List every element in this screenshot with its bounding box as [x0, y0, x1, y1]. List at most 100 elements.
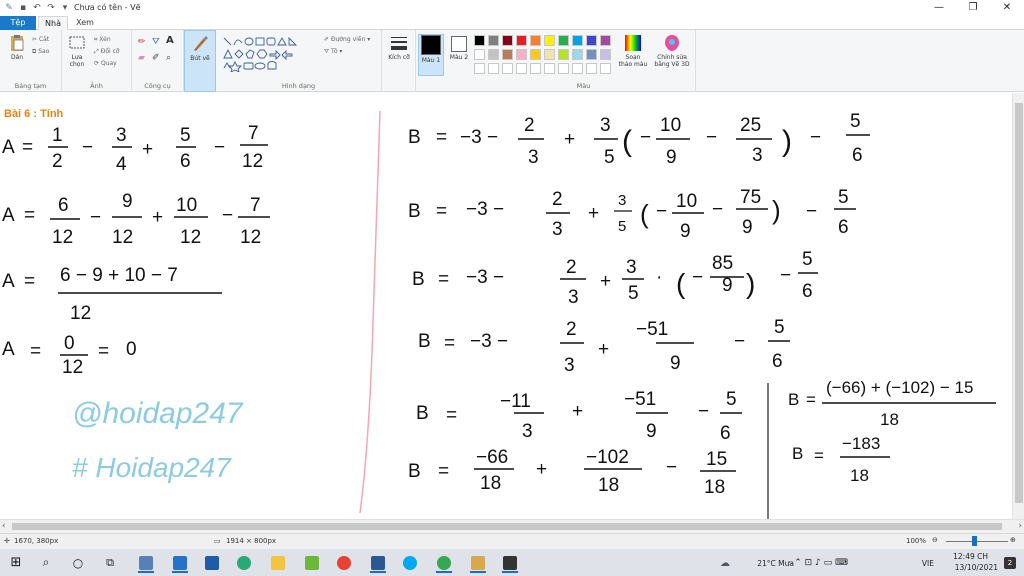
custom-color-slot[interactable]: [474, 63, 485, 74]
custom-color-slot[interactable]: [544, 63, 555, 74]
color-swatch[interactable]: [544, 35, 555, 46]
fill-bucket-icon[interactable]: ⛛: [152, 38, 160, 47]
custom-color-slot[interactable]: [502, 63, 513, 74]
text-icon[interactable]: A: [166, 36, 174, 46]
custom-color-slot[interactable]: [586, 63, 597, 74]
color-swatch[interactable]: [488, 35, 499, 46]
color-swatch[interactable]: [502, 35, 513, 46]
zoom-in-button[interactable]: ⊕: [1010, 536, 1016, 544]
custom-color-slot[interactable]: [558, 63, 569, 74]
svg-text:5: 5: [618, 218, 626, 235]
scroll-left-icon[interactable]: ‹: [2, 520, 6, 533]
start-button[interactable]: ⊞: [4, 552, 28, 573]
horizontal-scrollbar[interactable]: ‹ ›: [0, 519, 1024, 533]
rotate-button[interactable]: ⟳ Quay: [94, 60, 117, 68]
skype-icon[interactable]: [398, 552, 422, 573]
color-swatch[interactable]: [502, 49, 513, 60]
custom-color-slot[interactable]: [572, 63, 583, 74]
color-swatch[interactable]: [600, 49, 611, 60]
resize-button[interactable]: ⤢ Đổi cỡ: [94, 48, 120, 56]
scroll-right-icon[interactable]: ›: [1018, 520, 1022, 533]
magnifier-icon[interactable]: ⌕: [166, 54, 171, 63]
photos-icon[interactable]: [200, 552, 224, 573]
crop-button[interactable]: ⌗ Xén: [94, 36, 111, 44]
notification-badge[interactable]: 2: [1004, 557, 1016, 569]
color-swatch[interactable]: [474, 35, 485, 46]
svg-text:2: 2: [566, 257, 577, 278]
tab-home[interactable]: Nhà: [38, 16, 68, 30]
color-swatch[interactable]: [558, 35, 569, 46]
fill-dropdown[interactable]: ⛛ Tô ▾: [324, 48, 342, 56]
outline-dropdown[interactable]: ✐ Đường viền ▾: [324, 36, 370, 44]
pencil-icon[interactable]: ✏: [138, 38, 146, 47]
custom-color-slot[interactable]: [530, 63, 541, 74]
clock-date[interactable]: 13/10/2021: [955, 563, 998, 572]
tab-file[interactable]: Tệp: [0, 16, 36, 30]
color-swatch[interactable]: [488, 49, 499, 60]
weather-text[interactable]: 21°C Mưa: [757, 559, 794, 568]
task-view-icon[interactable]: ⧉: [98, 552, 122, 573]
bluestacks-icon[interactable]: [300, 552, 324, 573]
color-swatch[interactable]: [530, 35, 541, 46]
mail-icon[interactable]: [168, 552, 192, 573]
chrome-icon[interactable]: [332, 552, 356, 573]
select-button[interactable]: Lựa chọn: [64, 34, 90, 68]
undo-icon[interactable]: ↶: [32, 3, 42, 13]
color-swatch[interactable]: [558, 49, 569, 60]
vertical-scroll-thumb[interactable]: [1015, 103, 1023, 503]
paint3d-button[interactable]: Chỉnh sửa bằng Vẽ 3D: [652, 34, 692, 68]
brushes-button[interactable]: Bút vẽ: [184, 30, 216, 92]
size-button[interactable]: Kích cỡ: [382, 30, 416, 92]
eraser-icon[interactable]: ▰: [138, 54, 145, 63]
chrome-window-icon[interactable]: [432, 552, 456, 573]
cortana-icon[interactable]: ○: [66, 552, 90, 573]
zoom-slider[interactable]: [946, 541, 1008, 542]
drawing-canvas[interactable]: Bài 6 : Tính A = 1 2 − 3 4 + 5 6 − 7 12 …: [0, 93, 1012, 519]
copy-button[interactable]: ⧉ Sao: [32, 48, 49, 56]
calculator-icon[interactable]: [134, 552, 158, 573]
zoom-out-button[interactable]: ⊖: [932, 536, 938, 544]
cut-button[interactable]: ✂ Cắt: [32, 36, 49, 44]
svg-text:+: +: [152, 207, 163, 228]
vertical-scrollbar[interactable]: [1012, 93, 1024, 519]
shapes-gallery-icon[interactable]: [222, 36, 322, 72]
color-swatch[interactable]: [516, 35, 527, 46]
paste-button[interactable]: Dán: [4, 34, 30, 61]
edge-icon[interactable]: [232, 552, 256, 573]
close-button[interactable]: ✕: [990, 0, 1024, 15]
edit-colors-button[interactable]: Soạn thảo màu: [618, 34, 648, 68]
color-swatch[interactable]: [516, 49, 527, 60]
color-swatch[interactable]: [544, 49, 555, 60]
clock-time[interactable]: 12:49 CH: [953, 552, 988, 561]
tab-view[interactable]: Xem: [70, 16, 100, 30]
search-icon[interactable]: ⌕: [34, 552, 58, 573]
color-swatch[interactable]: [572, 49, 583, 60]
color-swatch[interactable]: [530, 49, 541, 60]
customize-dropdown-icon[interactable]: ▾: [60, 3, 70, 13]
language-indicator[interactable]: VIE: [922, 559, 934, 568]
color-swatch[interactable]: [572, 35, 583, 46]
maximize-button[interactable]: ❐: [956, 0, 990, 15]
custom-color-slot[interactable]: [516, 63, 527, 74]
color-swatch[interactable]: [586, 49, 597, 60]
color-swatch[interactable]: [474, 49, 485, 60]
zoom-slider-thumb[interactable]: [972, 536, 977, 546]
color-swatch[interactable]: [586, 35, 597, 46]
file-explorer-icon[interactable]: [266, 552, 290, 573]
messenger-icon[interactable]: [498, 552, 522, 573]
svg-text:15: 15: [706, 449, 727, 470]
color2-button[interactable]: Màu 2: [446, 34, 472, 61]
color-swatch[interactable]: [600, 35, 611, 46]
tray-icons[interactable]: ⌃ ⊡ ♪ ▭ ⌨: [794, 558, 848, 568]
custom-color-slot[interactable]: [488, 63, 499, 74]
svg-text:7: 7: [250, 195, 261, 216]
paint-taskbar-icon[interactable]: [466, 552, 490, 573]
custom-color-slot[interactable]: [600, 63, 611, 74]
save-icon[interactable]: ▪: [18, 3, 28, 13]
color-picker-icon[interactable]: ✐: [152, 54, 160, 63]
color1-button[interactable]: Màu 1: [418, 34, 444, 76]
redo-icon[interactable]: ↷: [46, 3, 56, 13]
horizontal-scroll-thumb[interactable]: [12, 523, 1002, 530]
word-icon[interactable]: [366, 552, 390, 573]
minimize-button[interactable]: —: [922, 0, 956, 15]
